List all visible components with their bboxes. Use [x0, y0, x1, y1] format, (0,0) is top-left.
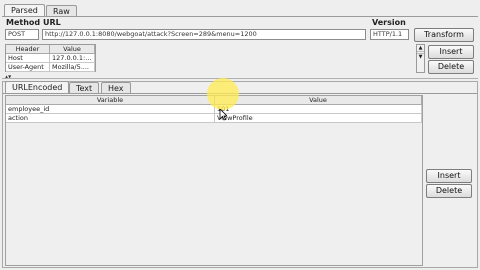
method-label: Method [6, 18, 41, 27]
url-field[interactable]: http://127.0.0.1:8080/webgoat/attack?Scr… [42, 29, 366, 40]
params-table: Variable Value employee_id 101 action Vi… [5, 95, 423, 266]
param-value-cell[interactable]: 101 [215, 105, 422, 114]
table-row[interactable]: Host 127.0.0.1:... [6, 54, 95, 63]
header-name-cell[interactable]: User-Agent [6, 63, 50, 72]
table-row[interactable]: User-Agent Mozilla/5.... [6, 63, 95, 72]
headers-col-header: Header [6, 45, 50, 54]
table-row[interactable]: action ViewProfile [6, 114, 422, 123]
cursor-highlight [207, 78, 239, 110]
tab-divider [2, 16, 478, 17]
split-divider[interactable] [2, 78, 478, 79]
header-name-cell[interactable]: Host [6, 54, 50, 63]
params-delete-button[interactable]: Delete [426, 184, 472, 198]
param-variable-cell[interactable]: action [6, 114, 215, 123]
mouse-cursor-icon [219, 108, 228, 121]
content-tab-divider [3, 93, 477, 94]
headers-col-value: Value [50, 45, 95, 54]
scroll-up-icon[interactable]: ▲ [417, 45, 424, 52]
version-label: Version [372, 18, 406, 27]
headers-scrollbar[interactable]: ▲ ▼ [416, 44, 425, 73]
transform-button[interactable]: Transform [414, 28, 474, 42]
params-insert-button[interactable]: Insert [426, 169, 472, 183]
headers-delete-button[interactable]: Delete [428, 60, 474, 74]
param-value-cell[interactable]: ViewProfile [215, 114, 422, 123]
headers-insert-button[interactable]: Insert [428, 45, 474, 59]
param-variable-cell[interactable]: employee_id [6, 105, 215, 114]
header-value-cell[interactable]: 127.0.0.1:... [50, 54, 95, 63]
params-col-variable: Variable [6, 96, 215, 105]
method-field[interactable]: POST [5, 29, 39, 40]
header-value-cell[interactable]: Mozilla/5.... [50, 63, 95, 72]
url-label: URL [43, 18, 61, 27]
params-col-value: Value [215, 96, 422, 105]
headers-table: Header Value Host 127.0.0.1:... User-Age… [5, 44, 96, 72]
version-field[interactable]: HTTP/1.1 [370, 29, 409, 40]
scroll-down-icon[interactable]: ▼ [417, 53, 424, 60]
